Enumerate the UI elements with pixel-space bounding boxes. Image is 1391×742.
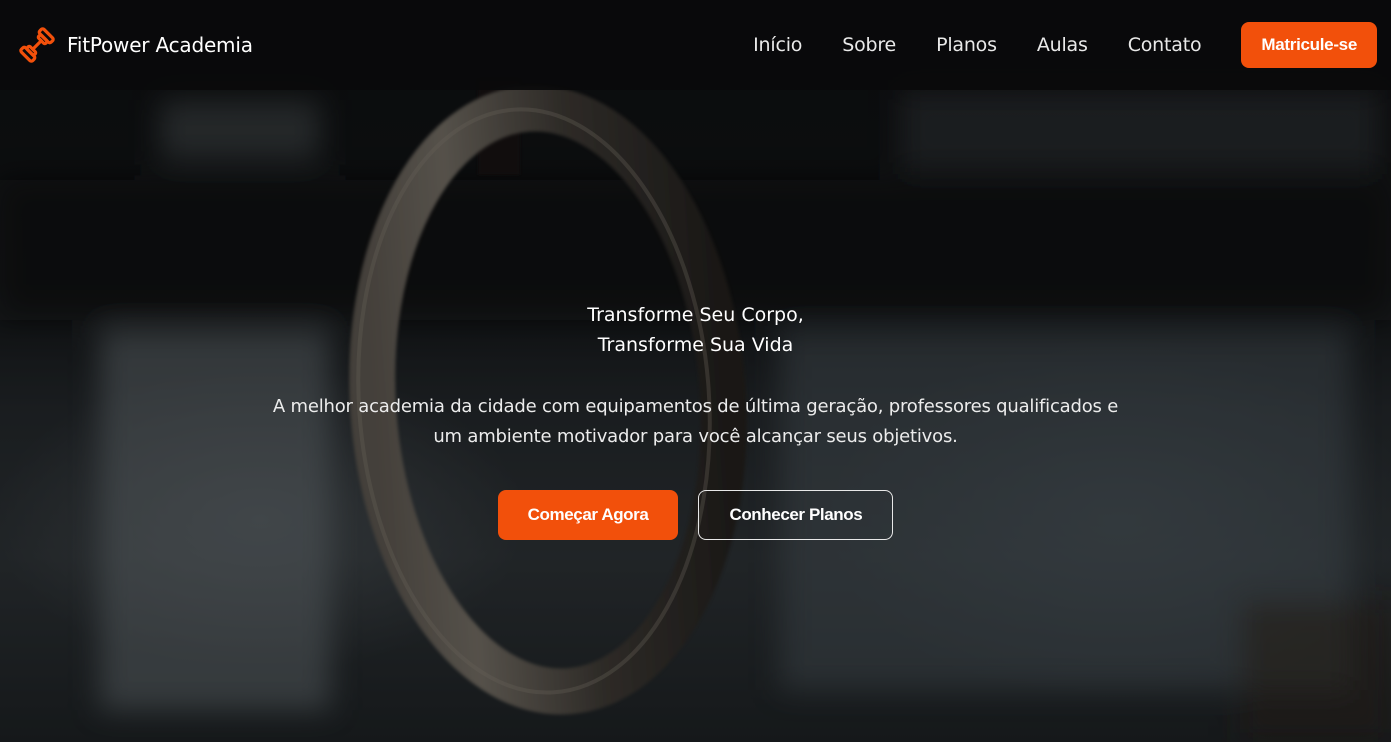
brand-logo[interactable]: FitPower Academia [18,26,253,64]
hero-subtitle: A melhor academia da cidade com equipame… [266,392,1126,452]
view-plans-button[interactable]: Conhecer Planos [698,490,894,540]
nav-link-inicio[interactable]: Início [753,34,802,56]
main-nav: Início Sobre Planos Aulas Contato Matric… [753,22,1377,68]
nav-link-planos[interactable]: Planos [936,34,997,56]
landing-page: FitPower Academia Início Sobre Planos Au… [0,0,1391,742]
nav-link-contato[interactable]: Contato [1128,34,1202,56]
site-header: FitPower Academia Início Sobre Planos Au… [0,0,1391,90]
nav-link-aulas[interactable]: Aulas [1037,34,1088,56]
hero-title-line-2: Transforme Sua Vida [597,334,794,356]
hero-section: Transforme Seu Corpo, Transforme Sua Vid… [0,300,1391,540]
hero-subtitle-line-2: um ambiente motivador para você alcançar… [433,426,958,447]
brand-name: FitPower Academia [67,33,253,57]
dumbbell-icon [19,27,55,63]
hero-actions: Começar Agora Conhecer Planos [0,490,1391,540]
hero-subtitle-line-1: A melhor academia da cidade com equipame… [272,396,1119,417]
nav-link-sobre[interactable]: Sobre [842,34,896,56]
enroll-button[interactable]: Matricule-se [1241,22,1377,68]
start-now-button[interactable]: Começar Agora [497,490,679,540]
hero-title-line-1: Transforme Seu Corpo, [587,304,804,326]
hero-title: Transforme Seu Corpo, Transforme Sua Vid… [0,300,1391,360]
